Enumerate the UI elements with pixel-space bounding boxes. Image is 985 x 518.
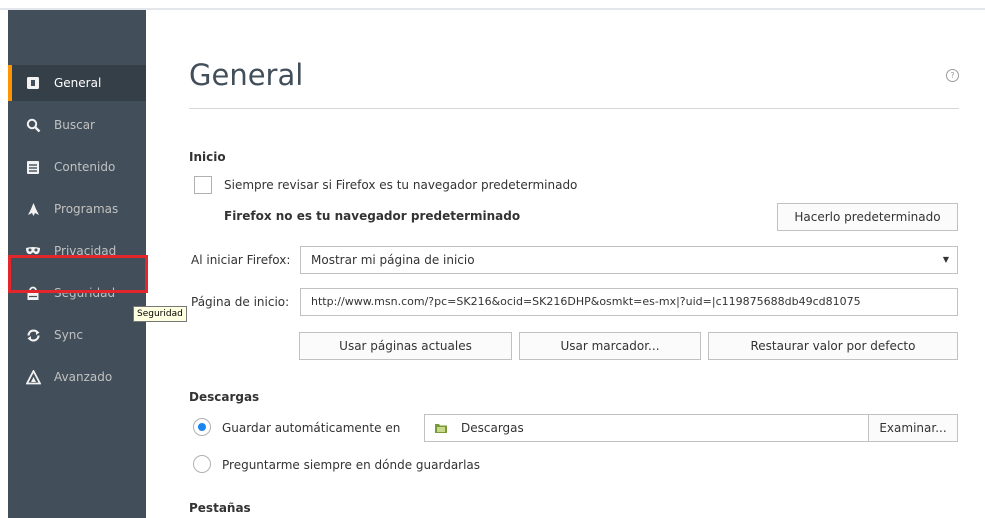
page-title: General <box>189 58 304 92</box>
sidebar-item-programas[interactable]: Programas <box>8 191 146 227</box>
homepage-input[interactable]: http://www.msn.com/?pc=SK216&ocid=SK216D… <box>300 288 958 316</box>
restore-default-button[interactable]: Restaurar valor por defecto <box>708 332 958 360</box>
on-start-select-value: Mostrar mi página de inicio <box>311 253 475 267</box>
seguridad-highlight-box <box>8 255 148 293</box>
help-icon[interactable]: ? <box>946 69 959 82</box>
section-title-tabs: Pestañas <box>189 501 251 515</box>
general-icon <box>24 74 42 92</box>
advanced-icon <box>24 368 42 386</box>
default-browser-check-label: Siempre revisar si Firefox es tu navegad… <box>224 178 578 192</box>
title-divider <box>189 108 959 109</box>
sidebar-item-sync[interactable]: Sync <box>8 317 146 353</box>
always-ask-radio[interactable] <box>193 455 211 473</box>
applications-icon <box>24 200 42 218</box>
not-default-text: Firefox no es tu navegador predeterminad… <box>224 209 521 223</box>
folder-icon <box>435 424 447 433</box>
content-icon <box>24 158 42 176</box>
top-border <box>0 8 985 10</box>
sidebar-item-label: Programas <box>54 202 119 216</box>
default-browser-checkbox[interactable] <box>194 176 212 194</box>
homepage-label: Página de inicio: <box>191 295 290 309</box>
sidebar-item-label: Buscar <box>54 118 95 132</box>
download-folder-value: Descargas <box>461 421 524 435</box>
make-default-button[interactable]: Hacerlo predeterminado <box>777 203 958 231</box>
download-folder-field[interactable]: Descargas <box>424 414 869 442</box>
always-ask-label: Preguntarme siempre en dónde guardarlas <box>222 458 481 472</box>
sidebar-item-contenido[interactable]: Contenido <box>8 149 146 185</box>
save-to-radio[interactable] <box>193 418 211 436</box>
sidebar-item-label: Avanzado <box>54 370 113 384</box>
section-title-startup: Inicio <box>189 150 226 164</box>
tooltip: Seguridad <box>133 306 187 322</box>
sidebar-item-label: Contenido <box>54 160 116 174</box>
chevron-down-icon: ▼ <box>942 255 949 264</box>
sync-icon <box>24 326 42 344</box>
search-icon <box>24 116 42 134</box>
section-title-downloads: Descargas <box>189 390 260 404</box>
browse-button[interactable]: Examinar... <box>868 414 958 442</box>
on-start-label: Al iniciar Firefox: <box>191 253 291 267</box>
use-current-pages-button[interactable]: Usar páginas actuales <box>299 332 512 360</box>
sidebar-item-avanzado[interactable]: Avanzado <box>8 359 146 395</box>
sidebar-item-general[interactable]: General <box>8 65 146 101</box>
sidebar-item-label: Sync <box>54 328 83 342</box>
sidebar-item-label: General <box>54 76 102 90</box>
sidebar-item-buscar[interactable]: Buscar <box>8 107 146 143</box>
on-start-select[interactable]: Mostrar mi página de inicio ▼ <box>300 246 958 274</box>
use-bookmark-button[interactable]: Usar marcador... <box>519 332 701 360</box>
selected-indicator <box>8 65 12 101</box>
save-to-label: Guardar automáticamente en <box>222 421 401 435</box>
